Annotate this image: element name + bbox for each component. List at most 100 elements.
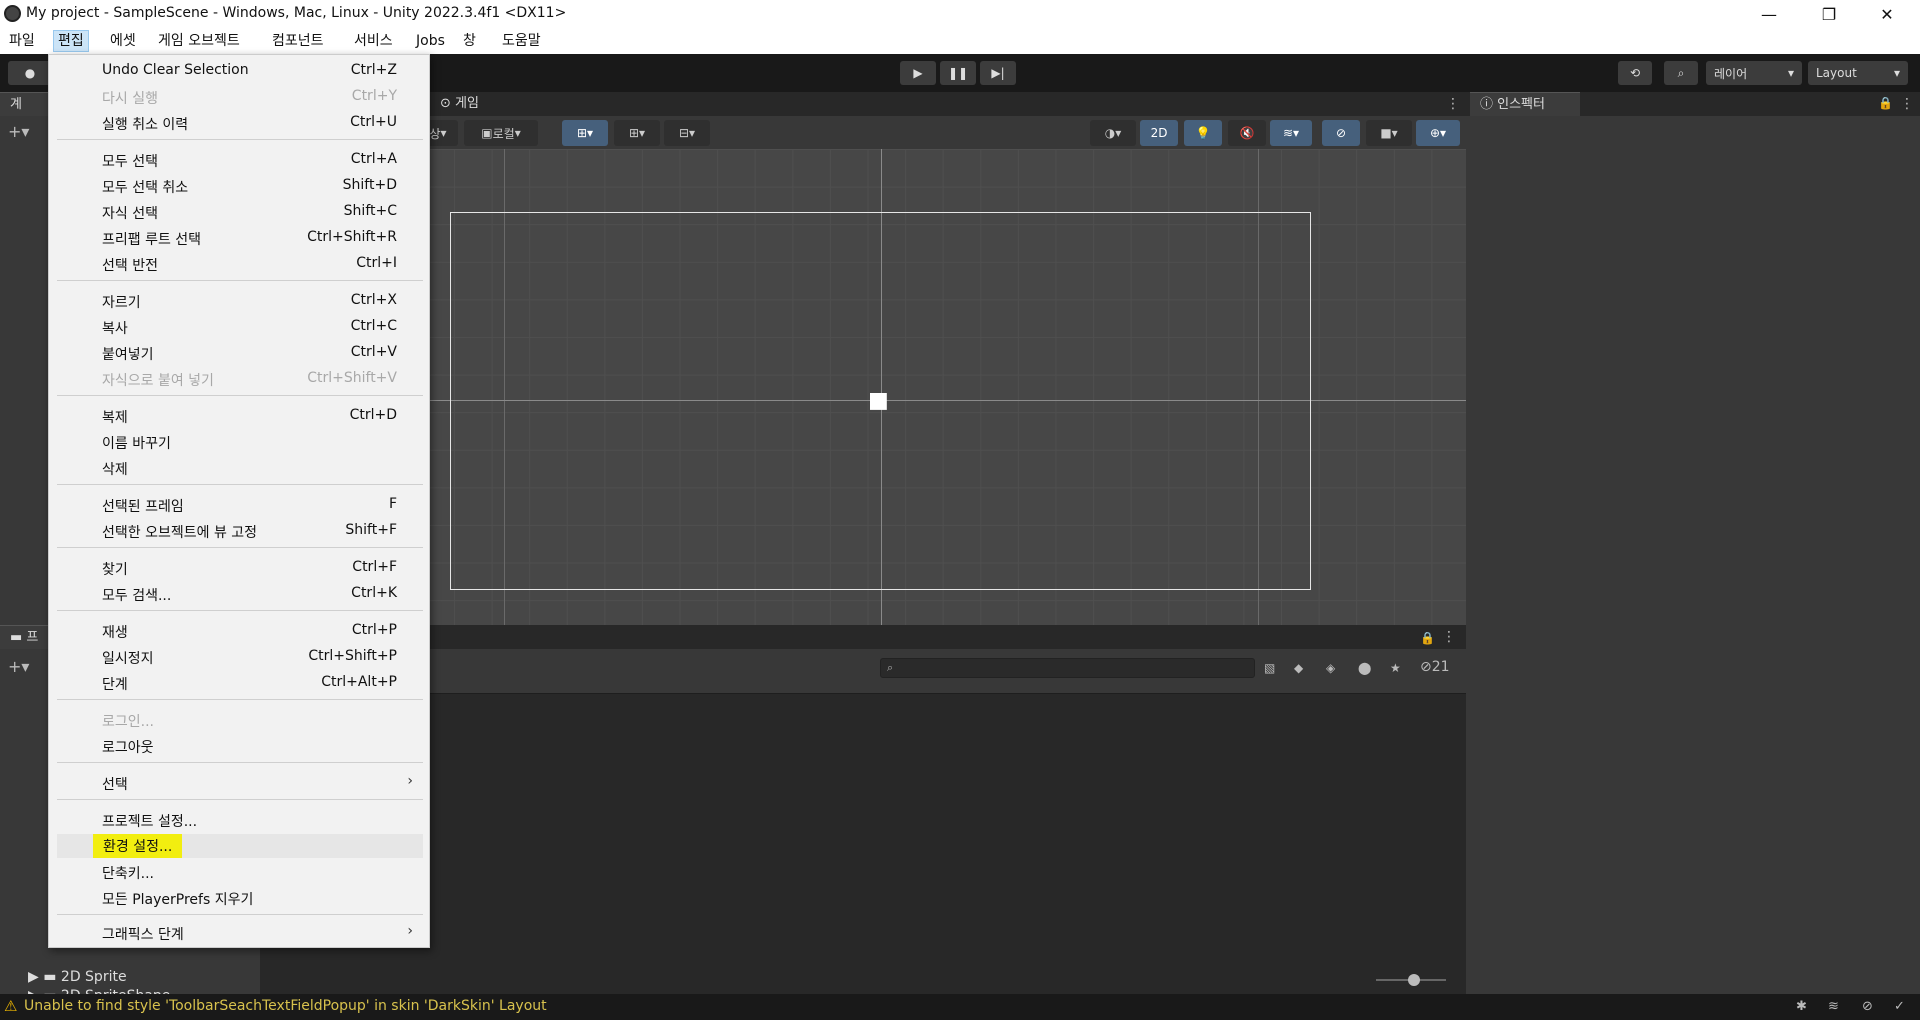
more-options-icon[interactable]: ⋮ [1442, 629, 1456, 645]
checkmark-icon[interactable]: ✓ [1894, 999, 1905, 1014]
menu-item-label: 모두 검색... [102, 588, 172, 604]
menu-item-find[interactable]: 찾기 Ctrl+F [57, 556, 423, 580]
layers-label: 레이어 [1714, 66, 1748, 81]
shading-mode-button[interactable]: ◑▾ [1090, 120, 1136, 146]
grid-snap-button[interactable]: ⊞▾ [562, 120, 608, 146]
status-message[interactable]: Unable to find style 'ToolbarSeachTextFi… [24, 998, 547, 1014]
menu-item-shortcut: F [388, 496, 397, 512]
menu-gameobject[interactable]: 게임 오브젝트 [154, 30, 244, 52]
menu-item-play[interactable]: 재생 Ctrl+P [57, 619, 423, 643]
account-button[interactable]: ● [8, 61, 52, 85]
local-label: 로컬 [492, 126, 515, 141]
menu-item-copy[interactable]: 복사 Ctrl+C [57, 315, 423, 339]
filter-type-icon[interactable]: ▧ [1264, 661, 1275, 675]
close-button[interactable]: ✕ [1864, 0, 1910, 28]
debug-icon[interactable]: ✱ [1796, 999, 1807, 1014]
grid-visibility-button[interactable]: ⊞▾ [614, 120, 660, 146]
play-button[interactable]: ▶ [900, 61, 936, 85]
menu-item-shortcuts[interactable]: 단축키... [57, 860, 423, 884]
menu-item-sign-out[interactable]: 로그아웃 [57, 734, 423, 758]
star-icon[interactable]: ★ [1390, 661, 1401, 675]
hidden-objects-toggle[interactable]: ⊘ [1322, 120, 1360, 146]
layout-dropdown[interactable]: Layout ▾ [1808, 61, 1908, 85]
pause-icon: ❚❚ [947, 66, 969, 80]
menu-item-deselect-all[interactable]: 모두 선택 취소 Shift+D [57, 174, 423, 198]
tab-project-label: 프 [26, 630, 39, 645]
layers-icon: ≋▾ [1282, 126, 1300, 140]
step-button[interactable]: ▶| [980, 61, 1016, 85]
2d-toggle[interactable]: 2D [1140, 120, 1178, 146]
filter-label-icon[interactable]: ◆ [1294, 661, 1303, 675]
menu-item-clear-playerprefs[interactable]: 모든 PlayerPrefs 지우기 [57, 886, 423, 910]
menu-item-search-all[interactable]: 모두 검색... Ctrl+K [57, 582, 423, 606]
audio-toggle[interactable]: 🔇 [1228, 120, 1266, 146]
menu-item-label: 선택 반전 [102, 258, 158, 274]
menu-item-preferences[interactable]: 환경 설정... [57, 834, 423, 858]
menu-item-pause[interactable]: 일시정지 Ctrl+Shift+P [57, 645, 423, 669]
menu-item-step[interactable]: 단계 Ctrl+Alt+P [57, 671, 423, 695]
menu-component[interactable]: 컴포넌트 [268, 30, 328, 52]
gizmos-dropdown[interactable]: ⊕▾ [1416, 120, 1460, 146]
more-options-icon[interactable]: ⋮ [1446, 96, 1460, 112]
add-icon[interactable]: +▾ [8, 657, 29, 676]
list-item[interactable]: ▶ ▬ 2D Sprite [28, 969, 127, 985]
lighting-toggle[interactable]: 💡 [1184, 120, 1222, 146]
zoom-slider-thumb[interactable] [1408, 974, 1420, 986]
project-search-input[interactable]: ⌕ [880, 658, 1255, 678]
menu-item-select-children[interactable]: 자식 선택 Shift+C [57, 200, 423, 224]
tab-inspector[interactable]: ⓘ 인스펙터 [1470, 92, 1580, 116]
menu-item-label: 환경 설정... [93, 834, 183, 858]
warning-icon[interactable]: ⬤ [1358, 661, 1371, 675]
camera-gizmo-icon[interactable]: ■ [868, 388, 889, 413]
menu-item-graphics-tier[interactable]: 그래픽스 단계 › [57, 921, 423, 945]
menu-item-frame-selected[interactable]: 선택된 프레임 F [57, 493, 423, 517]
menu-item-undo[interactable]: Undo Clear Selection Ctrl+Z [57, 59, 423, 83]
menu-item-select-prefab-root[interactable]: 프리팹 루트 선택 Ctrl+Shift+R [57, 226, 423, 250]
menu-item-project-settings[interactable]: 프로젝트 설정... [57, 808, 423, 832]
lock-icon[interactable]: 🔒 [1420, 631, 1435, 645]
lock-icon[interactable]: 🔒 [1878, 96, 1893, 110]
menu-item-shortcut: Ctrl+I [356, 255, 397, 271]
menu-item-paste[interactable]: 붙여넣기 Ctrl+V [57, 341, 423, 365]
more-options-icon[interactable]: ⋮ [1900, 96, 1914, 112]
menu-item-undo-history[interactable]: 실행 취소 이력 Ctrl+U [57, 111, 423, 135]
stack-icon[interactable]: ≋ [1828, 999, 1839, 1014]
menu-jobs[interactable]: Jobs [412, 30, 449, 52]
menu-edit[interactable]: 편집 [53, 30, 89, 52]
folder-label: 2D Sprite [60, 969, 127, 985]
menu-item-shortcut: Ctrl+C [350, 318, 397, 334]
menu-item-shortcut: Ctrl+A [350, 151, 397, 167]
menu-services[interactable]: 서비스 [350, 30, 397, 52]
menu-item-invert-selection[interactable]: 선택 반전 Ctrl+I [57, 252, 423, 276]
tab-game[interactable]: ⊙ 게임 [430, 92, 520, 116]
menu-item-cut[interactable]: 자르기 Ctrl+X [57, 289, 423, 313]
add-icon[interactable]: +▾ [8, 122, 29, 141]
maximize-button[interactable]: ❐ [1806, 0, 1852, 28]
menu-item-delete[interactable]: 삭제 [57, 456, 423, 480]
effects-dropdown[interactable]: ≋▾ [1270, 120, 1312, 146]
chevron-right-icon: › [407, 773, 413, 789]
menu-item-lock-view[interactable]: 선택한 오브젝트에 뷰 고정 Shift+F [57, 519, 423, 543]
scene-view[interactable]: ■ [266, 149, 1466, 625]
camera-dropdown[interactable]: ■▾ [1366, 120, 1412, 146]
minimize-button[interactable]: — [1746, 0, 1792, 28]
menu-item-label: 일시정지 [102, 651, 154, 667]
network-icon[interactable]: ⊘ [1862, 999, 1873, 1014]
menu-item-duplicate[interactable]: 복제 Ctrl+D [57, 404, 423, 428]
pivot-local-dropdown[interactable]: ▣ 로컬 ▾ [464, 120, 538, 146]
info-icon: ⓘ [1480, 97, 1498, 112]
search-button[interactable]: ⌕ [1664, 61, 1698, 85]
layers-dropdown[interactable]: 레이어 ▾ [1706, 61, 1802, 85]
menu-item-selection[interactable]: 선택 › [57, 771, 423, 795]
increment-snap-button[interactable]: ⊟▾ [664, 120, 710, 146]
menu-assets[interactable]: 에셋 [106, 30, 140, 52]
menu-help[interactable]: 도움말 [498, 30, 545, 52]
menu-file[interactable]: 파일 [5, 30, 39, 52]
menu-window[interactable]: 창 [459, 30, 480, 52]
tag-icon[interactable]: ◈ [1326, 661, 1335, 675]
menu-item-rename[interactable]: 이름 바꾸기 [57, 430, 423, 454]
menu-item-select-all[interactable]: 모두 선택 Ctrl+A [57, 148, 423, 172]
hidden-packages-toggle[interactable]: ⊘21 [1420, 659, 1450, 675]
undo-history-button[interactable]: ⟲ [1618, 61, 1652, 85]
pause-button[interactable]: ❚❚ [940, 61, 976, 85]
